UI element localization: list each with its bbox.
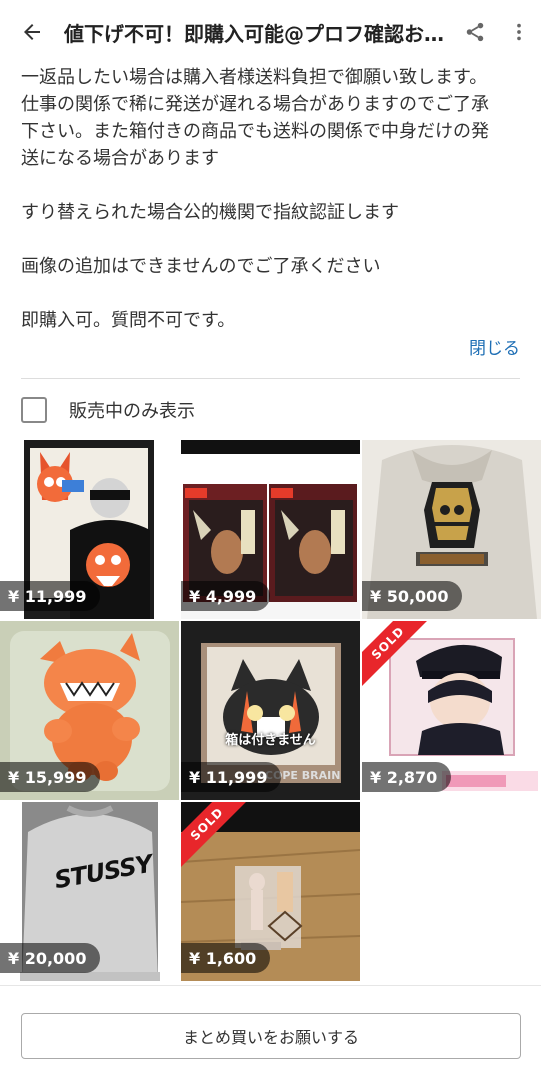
item-price: ¥ 11,999 xyxy=(0,581,101,611)
share-button[interactable] xyxy=(453,0,497,64)
item-caption: 箱は付きません xyxy=(225,733,316,748)
item-tile[interactable]: SOLD ¥ 1,600 xyxy=(181,802,360,981)
more-options-button[interactable] xyxy=(497,0,541,64)
share-icon xyxy=(466,22,484,42)
item-tile[interactable]: ¥ 50,000 xyxy=(362,440,541,619)
description-line: 下さい。また箱付きの商品でも送料の関係で中身だけの発 xyxy=(21,121,489,142)
item-price: ¥ 20,000 xyxy=(0,943,101,973)
item-price: ¥ 2,870 xyxy=(362,762,452,792)
description-line: 画像の追加はできませんのでご了承ください xyxy=(21,256,381,277)
more-vertical-icon xyxy=(517,23,521,41)
divider xyxy=(0,985,541,986)
close-description-link[interactable]: 閉じる xyxy=(469,334,520,359)
item-tile[interactable]: ¥ 15,999 xyxy=(0,621,179,800)
item-tile[interactable]: SOLD ¥ 2,870 xyxy=(362,621,541,800)
description-line: 仕事の関係で稀に発送が遅れる場合がありますのでご了承 xyxy=(21,94,489,115)
app-bar: 値下げ不可！即購入可能@プロフ確認お願いします xyxy=(0,0,541,64)
item-tile[interactable]: STUSSY ¥ 20,000 xyxy=(0,802,179,981)
back-button[interactable] xyxy=(0,0,64,64)
description-line: 送になる場合があります xyxy=(21,148,219,169)
on-sale-filter[interactable]: 販売中のみ表示 xyxy=(21,394,195,426)
item-price: ¥ 50,000 xyxy=(362,581,463,611)
item-tile[interactable]: 箱は付きません SCOPE BRAIN ¥ 11,999 xyxy=(181,621,360,800)
bulk-purchase-button[interactable]: まとめ買いをお願いする xyxy=(21,1013,521,1059)
arrow-left-icon xyxy=(24,24,40,40)
item-price: ¥ 15,999 xyxy=(0,762,101,792)
page-title: 値下げ不可！即購入可能@プロフ確認お願いします xyxy=(64,21,453,46)
description-line: 一返品したい場合は購入者様送料負担で御願い致します。 xyxy=(21,67,488,88)
divider xyxy=(21,378,520,379)
item-description: 一返品したい場合は購入者様送料負担で御願い致します。 仕事の関係で稀に発送が遅れ… xyxy=(21,64,521,334)
description-line: すり替えられた場合公的機関で指紋認証します xyxy=(21,202,399,223)
item-price: ¥ 1,600 xyxy=(181,943,271,973)
item-tile[interactable]: ¥ 11,999 xyxy=(0,440,179,619)
on-sale-filter-label: 販売中のみ表示 xyxy=(69,401,195,422)
item-grid: ¥ 11,999 ¥ 4,999 ¥ 50,000 ¥ 15,999 箱は付きま… xyxy=(0,440,541,981)
item-price: ¥ 4,999 xyxy=(181,581,271,611)
item-tile[interactable]: ¥ 4,999 xyxy=(181,440,360,619)
item-price: ¥ 11,999 xyxy=(181,762,282,792)
on-sale-checkbox[interactable] xyxy=(21,397,47,423)
description-line: 即購入可。質問不可です。 xyxy=(21,310,236,331)
